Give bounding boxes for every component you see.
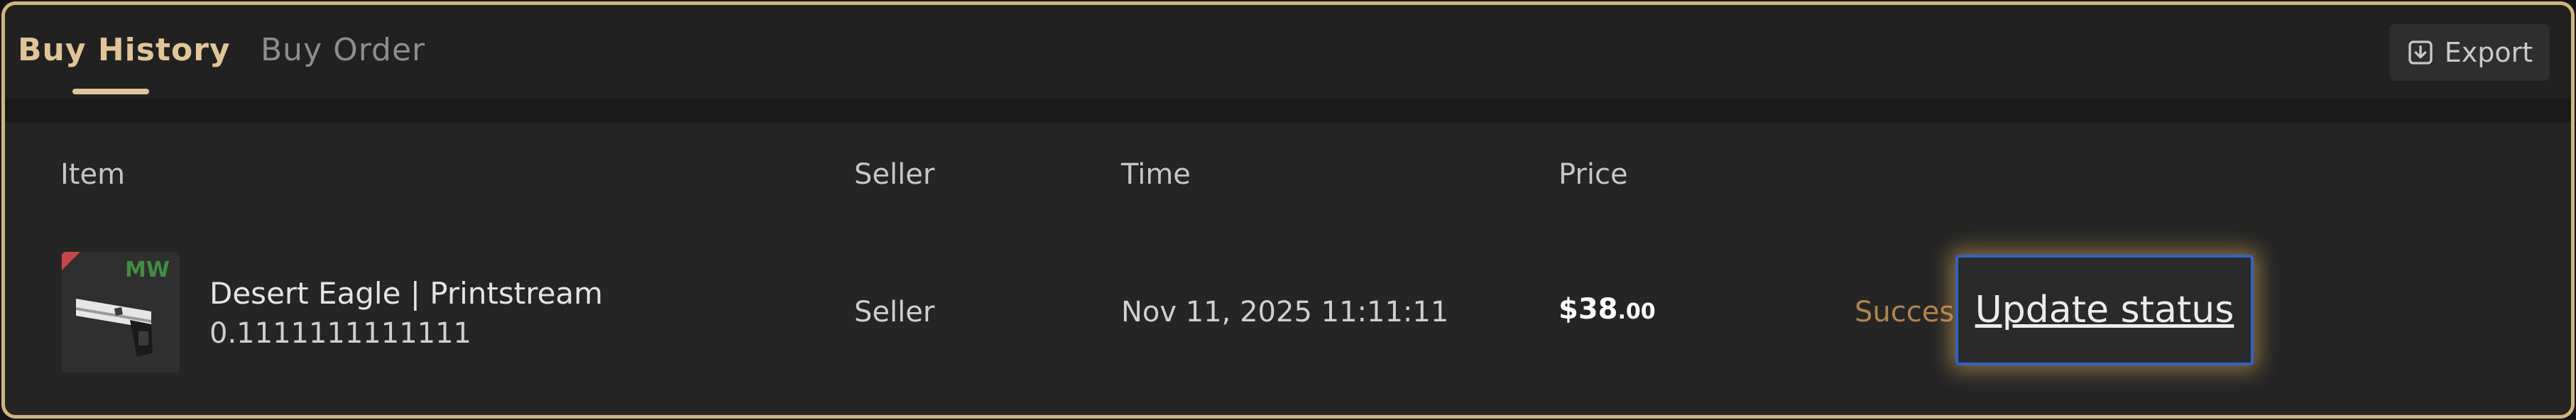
column-header-price: Price <box>1559 158 1628 191</box>
update-status-button[interactable]: Update status <box>1955 255 2254 365</box>
item-name[interactable]: Desert Eagle | Printstream <box>209 276 603 311</box>
export-button[interactable]: Export <box>2389 24 2550 81</box>
tab-buy-order[interactable]: Buy Order <box>261 32 425 68</box>
export-label: Export <box>2444 37 2533 68</box>
column-header-item: Item <box>60 158 126 191</box>
seller-cell: Seller <box>854 296 935 328</box>
column-header-seller: Seller <box>854 158 935 191</box>
buy-history-panel: Buy History Buy Order Export Item Seller… <box>1 1 2575 419</box>
item-thumbnail[interactable]: MW <box>62 252 180 372</box>
active-tab-indicator <box>72 89 149 94</box>
pistol-icon <box>76 299 153 357</box>
price-cell: $38.00 <box>1559 293 1656 326</box>
header-divider <box>5 99 2571 123</box>
tab-buy-history[interactable]: Buy History <box>18 32 231 68</box>
download-box-icon <box>2408 40 2433 65</box>
wear-badge: MW <box>125 258 170 282</box>
item-float-value: 0.1111111111111 <box>209 317 472 350</box>
price-main: $38 <box>1559 293 1618 326</box>
price-cents: .00 <box>1617 299 1656 324</box>
rarity-corner-mark <box>62 252 80 270</box>
time-cell: Nov 11, 2025 11:11:11 <box>1121 296 1449 328</box>
status-text: Success <box>1855 296 1970 328</box>
column-header-time: Time <box>1121 158 1191 191</box>
update-status-label: Update status <box>1975 289 2234 331</box>
